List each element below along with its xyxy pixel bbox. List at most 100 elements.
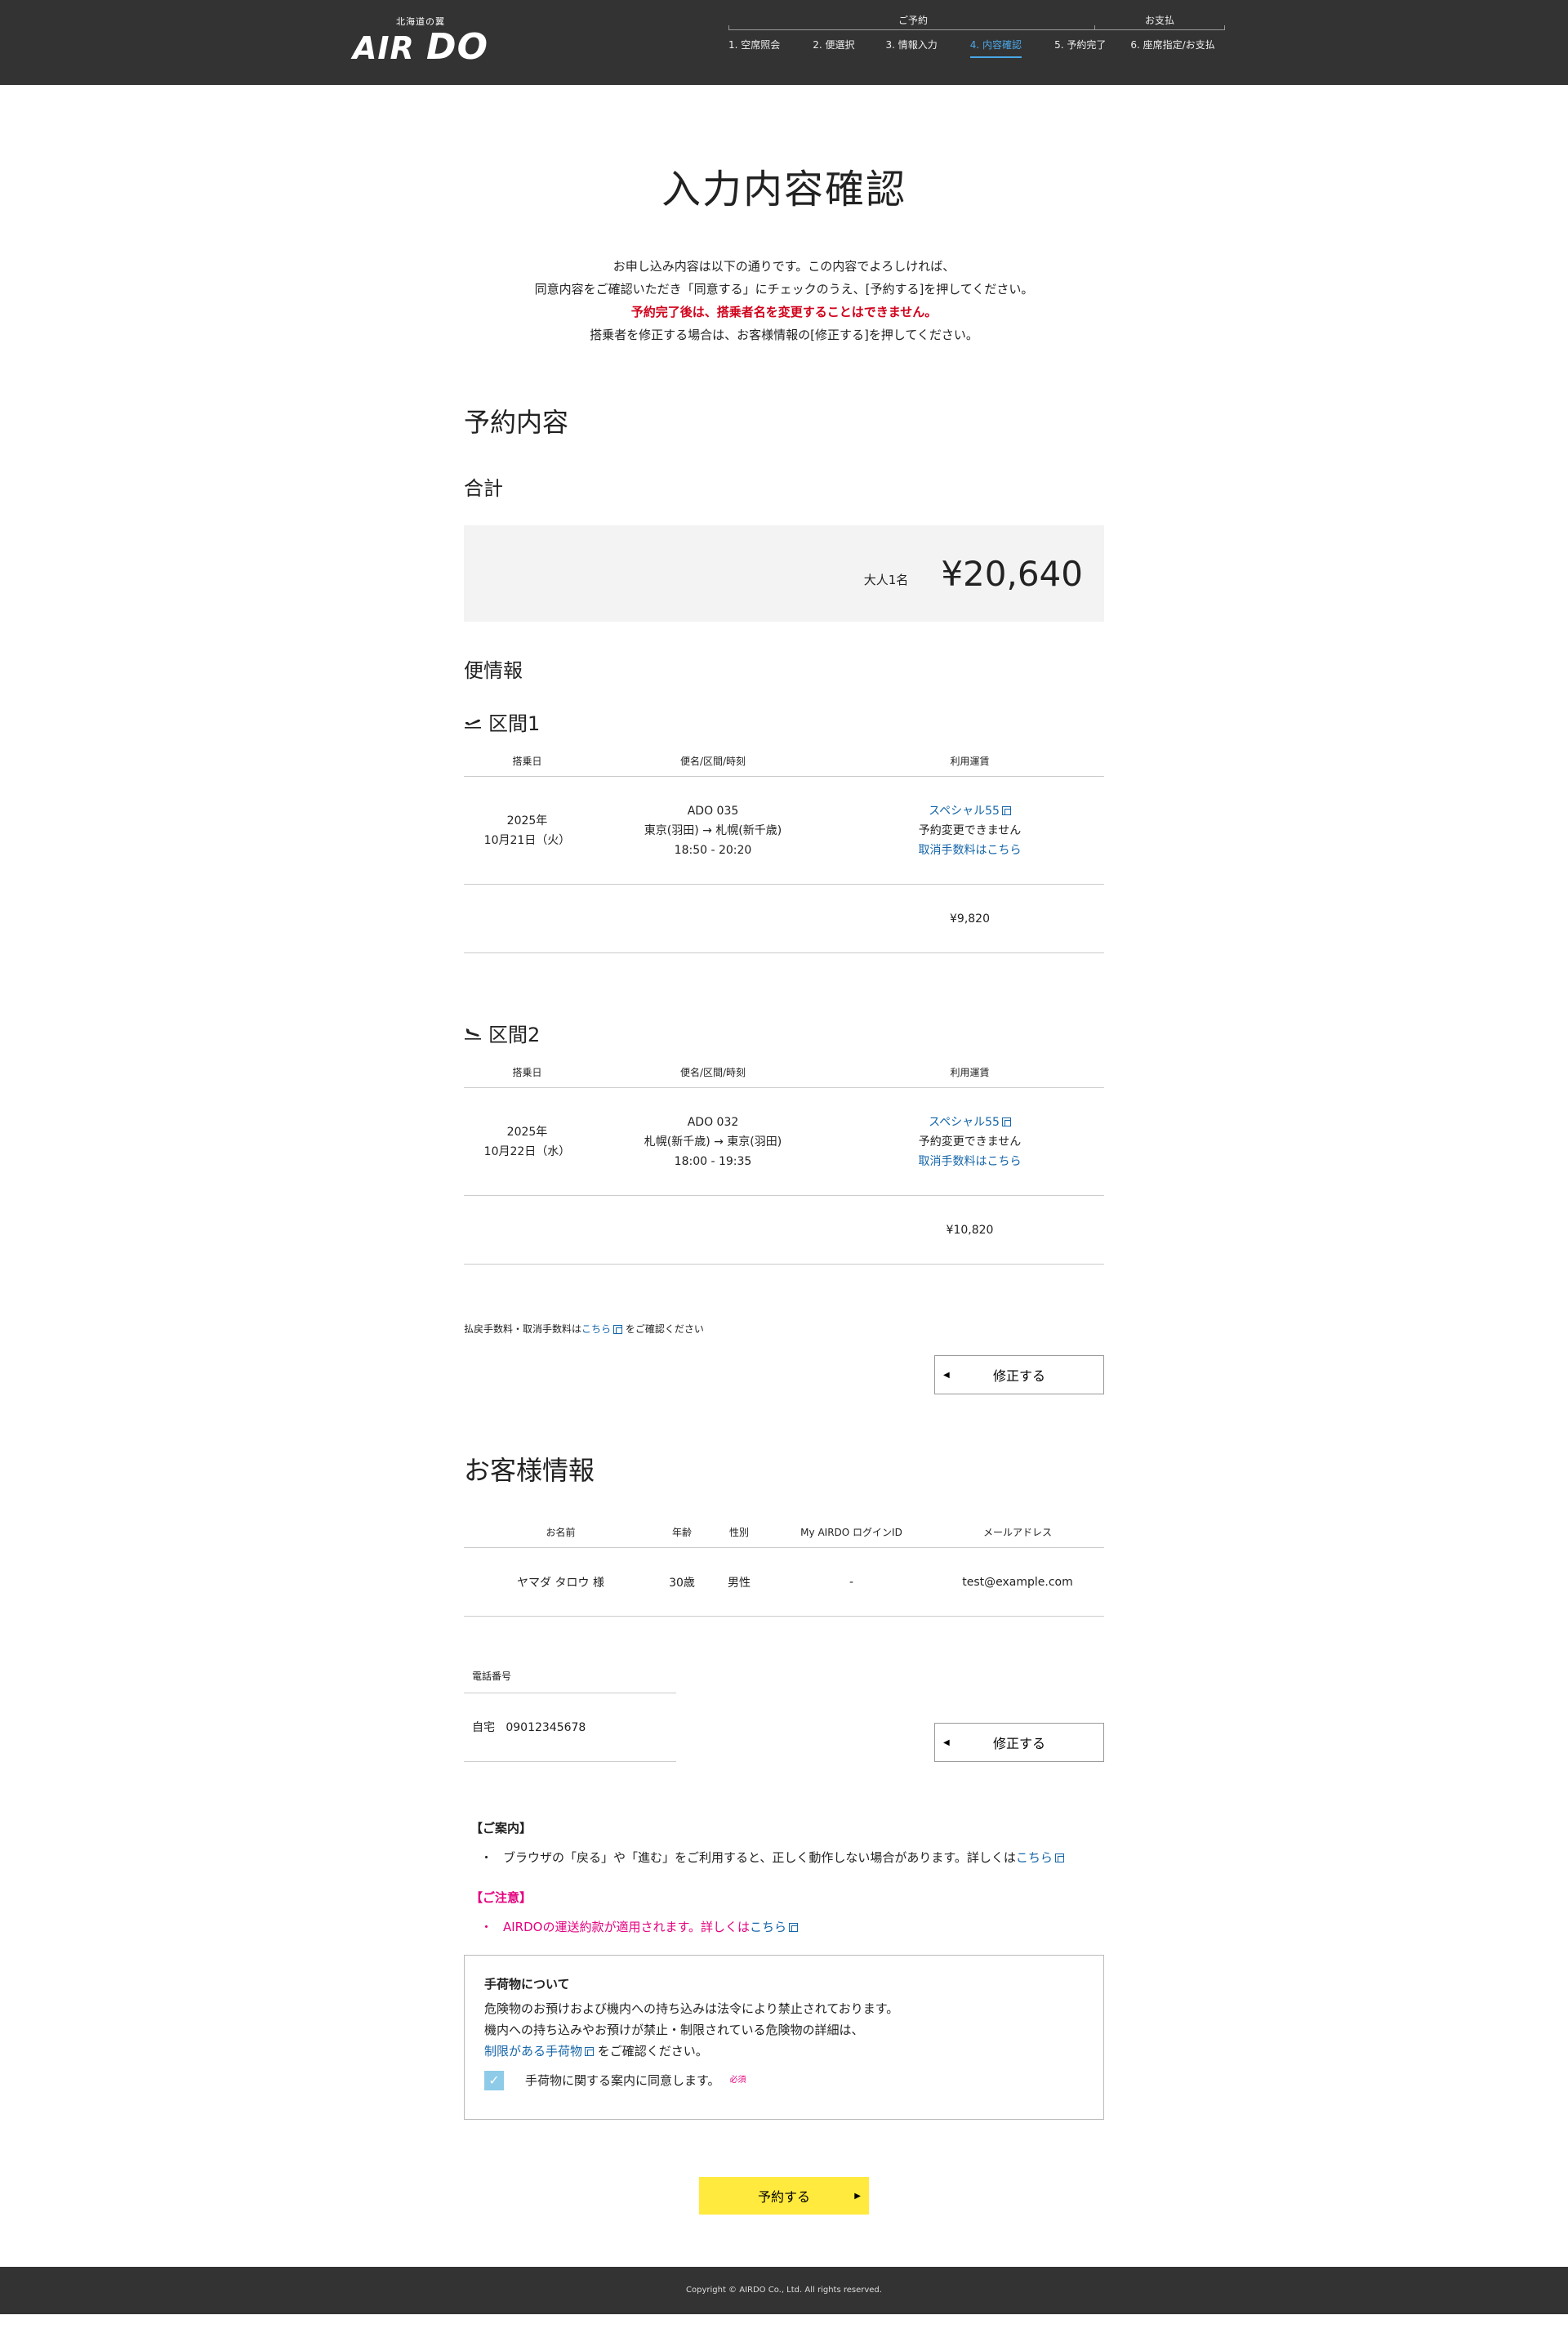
notice-title: 【ご案内】: [470, 1821, 532, 1836]
customer-name: ヤマダ タロウ 様: [464, 1547, 657, 1617]
baggage-line-3: 制限がある手荷物 をご確認ください。: [484, 2044, 708, 2059]
table-row: ヤマダ タロウ 様 30歳 男性 - test@example.com: [464, 1547, 1104, 1617]
notice-link[interactable]: こちら: [1016, 1850, 1064, 1865]
col-flight: 便名/区間/時刻: [590, 1065, 835, 1088]
external-link-icon: [788, 1923, 798, 1932]
step-group-payment: お支払: [1145, 15, 1175, 26]
table-row: 2025年 10月21日（火） ADO 035 東京(羽田) → 札幌(新千歳) 18…: [464, 776, 1104, 885]
reserve-button[interactable]: 予約する ▶: [699, 2177, 869, 2215]
baggage-title: 手荷物について: [484, 1977, 570, 1992]
list-item: ブラウザの「戻る」や「進む」をご利用すると、正しく動作しない場合があります。詳し…: [470, 1848, 1104, 1867]
notice-block: 【ご案内】 ブラウザの「戻る」や「進む」をご利用すると、正しく動作しない場合があ…: [464, 1819, 1104, 1867]
col-fare: 利用運賃: [835, 754, 1104, 777]
intro-line-4: 搭乗者を修正する場合は、お客様情報の[修正する]を押してください。: [590, 328, 978, 342]
total-heading: 合計: [464, 477, 503, 500]
required-badge: 必須: [729, 2076, 746, 2085]
check-icon: ✓: [488, 2072, 500, 2088]
external-link-icon: [585, 2047, 595, 2056]
col-date: 搭乗日: [464, 754, 590, 777]
fare-name-link[interactable]: スペシャル55: [929, 1116, 1011, 1129]
page-title: 入力内容確認: [661, 167, 906, 212]
flight-date: 2025年 10月21日（火）: [464, 776, 590, 885]
phone-value: 自宅 09012345678: [464, 1693, 676, 1762]
agree-row: ✓ 手荷物に関する案内に同意します。 必須: [484, 2070, 1084, 2091]
segment-1-table: 搭乗日 便名/区間/時刻 利用運賃 2025年 10月21日（火） ADO 035…: [464, 754, 1104, 953]
col-flight: 便名/区間/時刻: [590, 754, 835, 777]
modify-customer-button[interactable]: ◀ 修正する: [934, 1723, 1104, 1762]
baggage-line-2: 機内への持ち込みやお預けが禁止・制限されている危険物の詳細は、: [484, 2023, 864, 2037]
table-row: ¥10,820: [464, 1195, 1104, 1265]
step-group-reservation: ご予約: [898, 15, 929, 26]
phone-block: 電話番号 自宅 09012345678: [464, 1669, 676, 1762]
intro-warning: 予約完了後は、搭乗者名を変更することはできません。: [630, 305, 938, 319]
flight-date: 2025年 10月22日（水）: [464, 1087, 590, 1196]
external-link-icon: [613, 1325, 623, 1334]
fare-note: 予約変更できません: [918, 1135, 1022, 1149]
cancel-fee-link[interactable]: 取消手数料はこちら: [919, 844, 1022, 857]
caution-block: 【ご注意】 AIRDOの運送約款が適用されます。詳しくはこちら: [464, 1889, 1104, 1937]
segment-2-table: 搭乗日 便名/区間/時刻 利用運賃 2025年 10月22日（水） ADO 032…: [464, 1065, 1104, 1265]
customer-login-id: -: [772, 1547, 931, 1617]
baggage-box: 手荷物について 危険物のお預けおよび機内への持ち込みは法令により禁止されておりま…: [464, 1955, 1104, 2120]
flight-details: ADO 035 東京(羽田) → 札幌(新千歳) 18:50 - 20:20: [590, 776, 835, 885]
fee-note: 払戻手数料・取消手数料はこちら をご確認ください: [464, 1323, 704, 1335]
step-2: 2. 便選択: [813, 39, 855, 51]
chevron-left-icon: ◀: [943, 1370, 950, 1380]
intro-line-2: 同意内容をご確認いただき「同意する」にチェックのうえ、[予約する]を押してくださ…: [534, 282, 1034, 297]
total-box: 大人1名 ¥20,640: [464, 525, 1104, 622]
table-row: 2025年 10月22日（水） ADO 032 札幌(新千歳) → 東京(羽田) 18…: [464, 1087, 1104, 1196]
step-5: 5. 予約完了: [1054, 39, 1107, 51]
fare-details: スペシャル55 予約変更できません 取消手数料はこちら: [835, 1087, 1104, 1196]
main-content: 入力内容確認 お申し込み内容は以下の通りです。この内容でよろしければ、 同意内容…: [464, 157, 1104, 2215]
cancel-fee-link[interactable]: 取消手数料はこちら: [919, 1155, 1022, 1168]
list-item: AIRDOの運送約款が適用されます。詳しくはこちら: [470, 1917, 1104, 1937]
caution-link[interactable]: こちら: [750, 1920, 798, 1934]
flight-details: ADO 032 札幌(新千歳) → 東京(羽田) 18:00 - 19:35: [590, 1087, 835, 1196]
customer-gender: 男性: [706, 1547, 772, 1617]
departure-plane-icon: [465, 719, 481, 729]
arrival-plane-icon: [465, 1028, 481, 1040]
step-4-current: 4. 内容確認: [969, 38, 1022, 58]
reservation-heading: 予約内容: [464, 407, 569, 438]
flight-info-heading: 便情報: [464, 659, 523, 682]
agree-label[interactable]: 手荷物に関する案内に同意します。: [525, 2070, 720, 2091]
external-link-icon: [1001, 806, 1011, 815]
agree-checkbox[interactable]: ✓: [484, 2071, 504, 2090]
col-date: 搭乗日: [464, 1065, 590, 1088]
restricted-baggage-link[interactable]: 制限がある手荷物: [484, 2044, 595, 2059]
segment-price: ¥9,820: [835, 884, 1104, 953]
col-age: 年齢: [657, 1525, 706, 1548]
fare-note: 予約変更できません: [918, 823, 1022, 837]
chevron-left-icon: ◀: [943, 1737, 950, 1747]
customer-age: 30歳: [657, 1547, 706, 1617]
chevron-right-icon: ▶: [854, 2191, 861, 2201]
modify-reservation-button[interactable]: ◀ 修正する: [934, 1355, 1104, 1394]
customer-heading: お客様情報: [464, 1455, 595, 1486]
passenger-count: 大人1名: [863, 572, 909, 587]
logo-do: DO: [426, 26, 488, 68]
table-row: ¥9,820: [464, 884, 1104, 953]
segment-1-title: 区間1: [464, 707, 1104, 736]
intro-text: お申し込み内容は以下の通りです。この内容でよろしければ、 同意内容をご確認いただ…: [464, 255, 1104, 346]
intro-line-1: お申し込み内容は以下の通りです。この内容でよろしければ、: [612, 259, 956, 274]
segment-2-title: 区間2: [464, 1019, 1104, 1047]
external-link-icon: [1001, 1117, 1011, 1126]
segment-1-label: 区間1: [488, 712, 541, 735]
logo-wordmark: AIR DO: [351, 28, 490, 68]
segment-2-label: 区間2: [488, 1024, 541, 1046]
col-email: メールアドレス: [931, 1525, 1104, 1548]
step-6: 6. 座席指定/お支払: [1130, 39, 1215, 51]
site-footer: Copyright © AIRDO Co., Ltd. All rights r…: [0, 2267, 1568, 2314]
copyright: Copyright © AIRDO Co., Ltd. All rights r…: [686, 2286, 882, 2295]
progress-steps: ご予約 お支払 1. 空席照会 2. 便選択 3. 情報入力 4. 内容確認 5…: [728, 13, 1225, 58]
phone-heading: 電話番号: [464, 1669, 676, 1693]
fare-details: スペシャル55 予約変更できません 取消手数料はこちら: [835, 776, 1104, 885]
col-fare: 利用運賃: [835, 1065, 1104, 1088]
fare-name-link[interactable]: スペシャル55: [929, 805, 1011, 818]
total-amount: ¥20,640: [941, 553, 1083, 594]
airdo-logo[interactable]: 北海道の翼 AIR DO: [351, 15, 490, 68]
col-name: お名前: [464, 1525, 657, 1548]
baggage-line-1: 危険物のお預けおよび機内への持ち込みは法令により禁止されております。: [484, 2001, 899, 2016]
site-header: 北海道の翼 AIR DO ご予約 お支払 1. 空席照会 2. 便選択 3. 情…: [0, 0, 1568, 85]
fee-note-link[interactable]: こちら: [581, 1323, 623, 1335]
